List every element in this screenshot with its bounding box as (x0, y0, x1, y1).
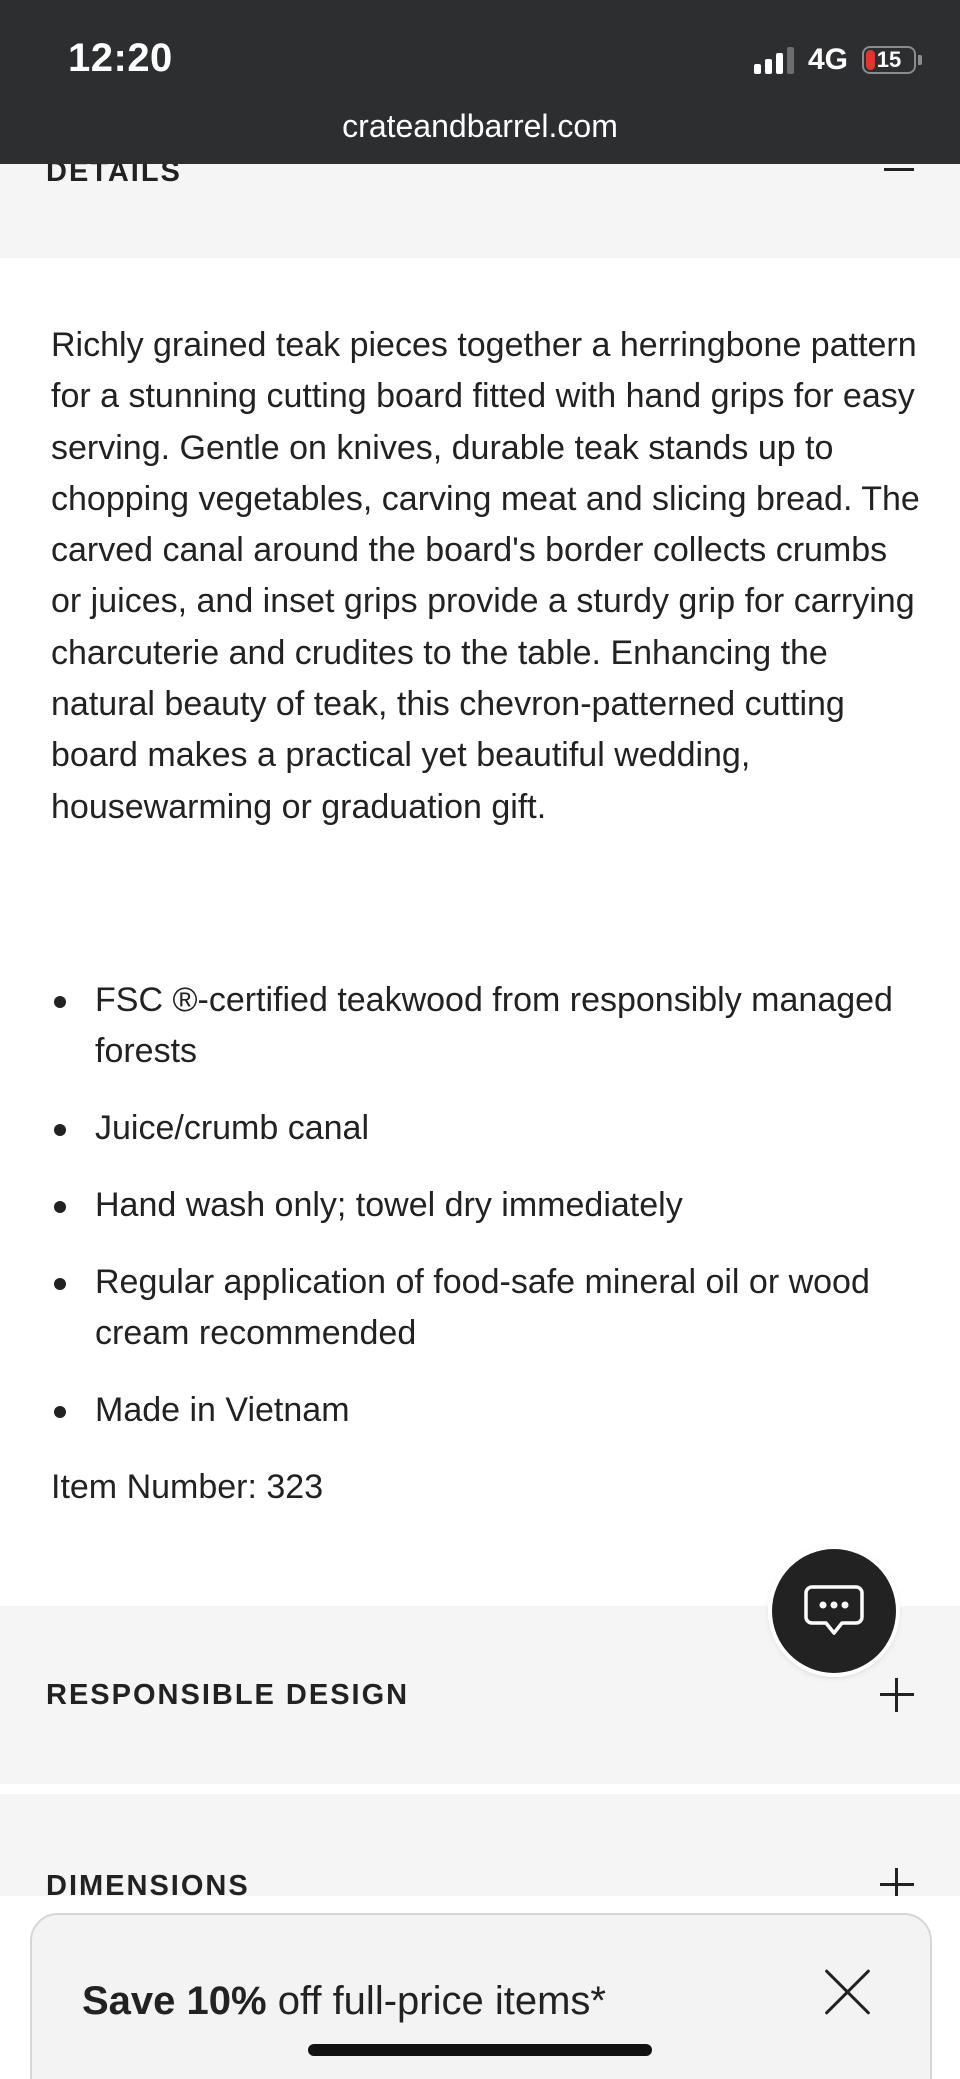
feature-item: Juice/crumb canal (51, 1103, 911, 1154)
item-number: Item Number: 323 (51, 1468, 324, 1506)
battery-level: 15 (876, 47, 902, 72)
promo-text: Save 10% off full-price items* (82, 1979, 606, 2024)
feature-list: FSC ®-certified teakwood from responsibl… (51, 975, 911, 1462)
chat-bubble-icon (804, 1585, 864, 1635)
bullet-icon (54, 996, 66, 1008)
promo-detail: off full-price items* (266, 1979, 606, 2023)
bullet-icon (54, 1278, 66, 1290)
page: DETAILS 12:20 4G 15 crateandbarrel.com R (0, 0, 960, 2079)
bullet-icon (54, 1201, 66, 1213)
close-icon[interactable] (822, 1967, 872, 2017)
bullet-icon (54, 1124, 66, 1136)
chat-button[interactable] (772, 1549, 896, 1673)
expand-plus-icon[interactable] (880, 1678, 914, 1712)
browser-top-bar: 12:20 4G 15 crateandbarrel.com (0, 0, 960, 164)
status-time: 12:20 (68, 36, 173, 80)
bullet-icon (54, 1406, 66, 1418)
collapse-icon[interactable] (884, 168, 914, 171)
home-indicator[interactable] (308, 2044, 652, 2056)
status-indicators: 4G 15 (753, 40, 922, 80)
battery-icon: 15 (862, 46, 922, 74)
feature-item: Regular application of food-safe mineral… (51, 1257, 911, 1359)
product-description: Richly grained teak pieces together a he… (51, 326, 920, 826)
feature-item: Hand wash only; towel dry immediately (51, 1180, 911, 1231)
network-type: 4G (807, 43, 848, 76)
responsible-design-title: RESPONSIBLE DESIGN (46, 1679, 410, 1711)
cellular-signal-icon (753, 46, 794, 74)
address-bar-url[interactable]: crateandbarrel.com (0, 108, 960, 145)
promo-discount: Save 10% (82, 1979, 267, 2023)
feature-item: Made in Vietnam (51, 1385, 911, 1436)
feature-item: FSC ®-certified teakwood from responsibl… (51, 975, 911, 1077)
